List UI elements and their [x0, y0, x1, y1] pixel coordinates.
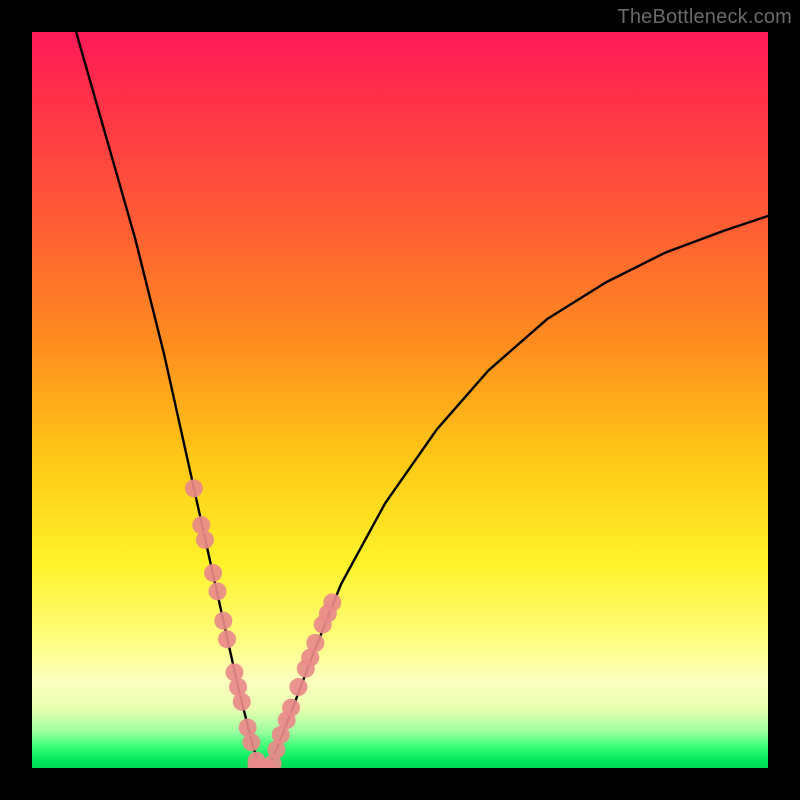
data-point [233, 693, 251, 711]
plot-area [32, 32, 768, 768]
data-point [323, 593, 341, 611]
data-point [289, 678, 307, 696]
chart-frame: TheBottleneck.com [0, 0, 800, 800]
data-point [204, 564, 222, 582]
data-point [208, 582, 226, 600]
curve-layer [76, 32, 768, 768]
data-point [218, 630, 236, 648]
data-point [214, 612, 232, 630]
watermark-text: TheBottleneck.com [617, 6, 792, 29]
data-point [306, 634, 324, 652]
bottleneck-curve [76, 32, 768, 768]
data-point [282, 699, 300, 717]
data-point [196, 531, 214, 549]
markers-layer [185, 479, 341, 768]
data-point [242, 733, 260, 751]
chart-svg [32, 32, 768, 768]
data-point [185, 479, 203, 497]
